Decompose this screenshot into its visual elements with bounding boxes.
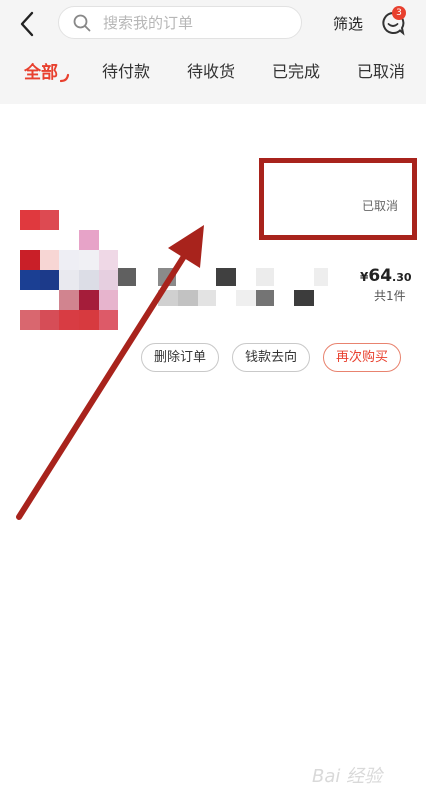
tab-all[interactable]: 全部 <box>24 58 58 83</box>
tab-pending-receipt[interactable]: 待收货 <box>187 58 235 82</box>
price-integer: 64 <box>368 266 393 286</box>
back-chevron-icon[interactable] <box>14 10 42 38</box>
product-title-mosaic[interactable] <box>118 268 328 308</box>
delete-order-button[interactable]: 删除订单 <box>141 343 219 372</box>
buy-again-button[interactable]: 再次购买 <box>323 343 401 372</box>
price-decimal: .30 <box>392 271 412 284</box>
search-icon <box>73 14 91 32</box>
refund-status-button[interactable]: 钱款去向 <box>232 343 310 372</box>
search-placeholder: 搜索我的订单 <box>103 14 194 32</box>
item-count: 共1件 <box>374 289 406 303</box>
tab-completed[interactable]: 已完成 <box>272 58 320 82</box>
filter-button[interactable]: 筛选 <box>333 13 363 34</box>
annotation-highlight-box <box>259 158 417 240</box>
tab-cancelled[interactable]: 已取消 <box>357 58 405 82</box>
message-badge: 3 <box>392 6 406 20</box>
search-input[interactable]: 搜索我的订单 <box>58 6 302 39</box>
watermark: Bai 经验 <box>312 766 383 787</box>
product-image-mosaic[interactable] <box>0 200 130 340</box>
tab-pending-payment[interactable]: 待付款 <box>102 58 150 82</box>
active-tab-indicator <box>60 73 70 83</box>
order-price: ¥64.30 <box>360 266 412 286</box>
